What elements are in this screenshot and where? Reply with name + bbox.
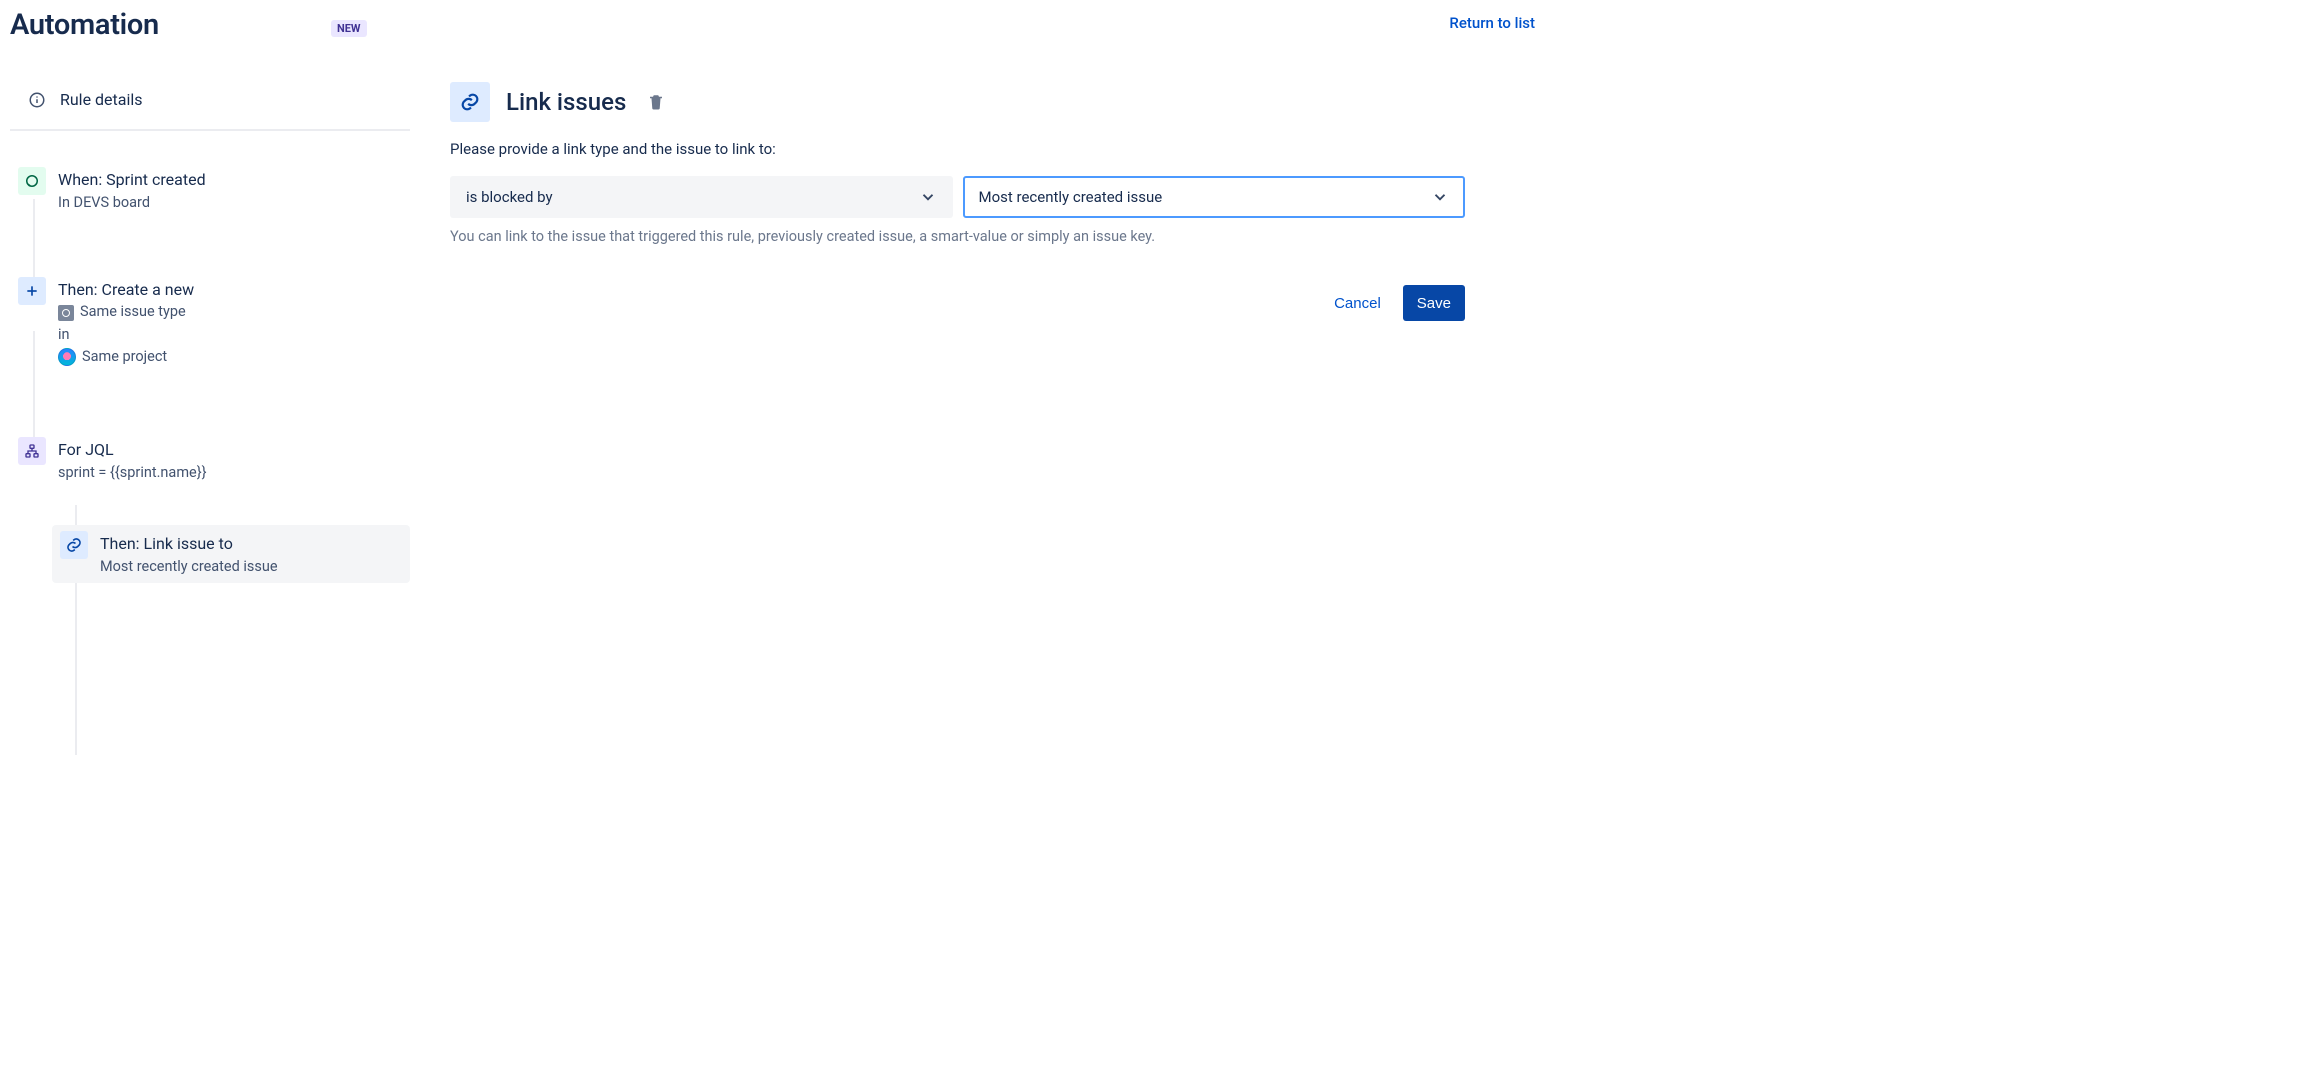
rule-node-sub: In DEVS board [58,193,402,213]
chevron-down-icon [1431,188,1449,206]
page-header: Automation NEW Return to list [0,0,1545,42]
issue-type-label: Same issue type [80,302,186,322]
target-issue-select[interactable]: Most recently created issue [963,176,1466,218]
delete-component-button[interactable] [642,88,670,116]
project-label: Same project [82,347,167,367]
save-button[interactable]: Save [1403,285,1465,321]
new-badge: NEW [331,20,367,37]
rule-node-create-issue[interactable]: Then: Create a new Same issue type in Sa… [10,271,410,373]
rule-node-sub: Most recently created issue [100,557,402,577]
rule-node-title: When: Sprint created [58,169,402,191]
rule-node-branch[interactable]: For JQL sprint = {{sprint.name}} [10,431,410,489]
project-avatar-icon [58,348,76,366]
cancel-button[interactable]: Cancel [1320,285,1395,321]
rule-node-sub: sprint = {{sprint.name}} [58,463,402,483]
rule-node-title: Then: Create a new [58,279,402,301]
rule-details-label: Rule details [60,90,143,109]
target-issue-value: Most recently created issue [979,188,1163,206]
rule-node-title: For JQL [58,439,402,461]
component-editor-panel: Link issues Please provide a link type a… [450,82,1545,583]
info-icon [28,91,46,109]
plus-icon [18,277,46,305]
return-to-list-link[interactable]: Return to list [1449,14,1535,32]
rule-node-link-issue[interactable]: Then: Link issue to Most recently create… [52,525,410,583]
rule-details-row[interactable]: Rule details [10,82,410,131]
panel-description: Please provide a link type and the issue… [450,140,1465,158]
link-type-select[interactable]: is blocked by [450,176,953,218]
page-title: Automation [10,8,159,42]
link-icon [60,531,88,559]
bolt-icon [18,167,46,195]
issue-type-icon [58,305,74,321]
rule-tree-sidebar: Rule details When: Sprint created [0,82,410,583]
rule-node-title: Then: Link issue to [100,533,402,555]
rule-node-trigger[interactable]: When: Sprint created In DEVS board [10,161,410,219]
in-word: in [58,325,402,345]
helper-text: You can link to the issue that triggered… [450,228,1465,245]
panel-title: Link issues [506,88,626,116]
branch-icon [18,437,46,465]
link-type-value: is blocked by [466,188,553,206]
chevron-down-icon [919,188,937,206]
link-icon [450,82,490,122]
